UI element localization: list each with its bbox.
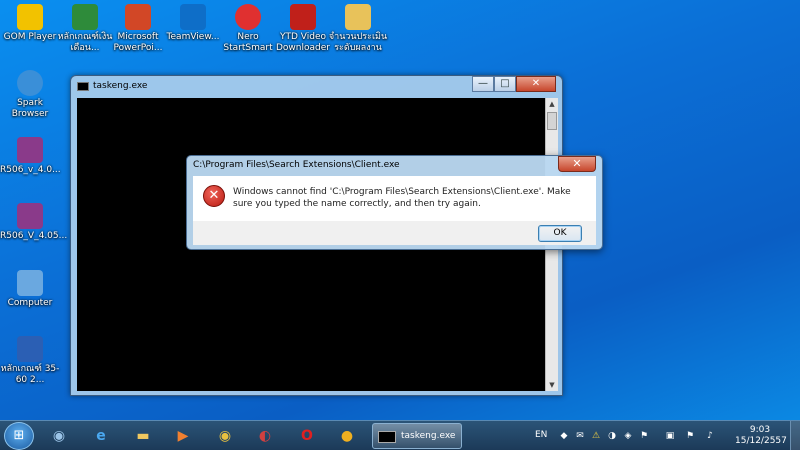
error-dialog[interactable]: C:\Program Files\Search Extensions\Clien… [186, 155, 603, 250]
winrar-icon [17, 137, 43, 163]
desktop-icon-label: จำนวนประเมิน ระดับผลงาน [328, 32, 388, 53]
teamviewer-icon [180, 4, 206, 30]
close-button[interactable]: ✕ [516, 76, 556, 92]
action-center-flag-icon[interactable]: ⚑ [685, 431, 695, 441]
desktop-icon-word-doc[interactable]: หลักเกณฑ์ 35-60 2... [0, 336, 60, 386]
ok-button[interactable]: OK [538, 225, 582, 242]
desktop-icon-label: R506_V_4.05... [0, 231, 68, 241]
scroll-down-arrow-icon[interactable]: ▼ [546, 379, 558, 391]
desktop-icon-label: หลักเกณฑ์ 35-60 2... [0, 364, 60, 385]
desktop-icon-winrar-2[interactable]: R506_V_4.05... [0, 203, 68, 242]
pinned-app-icon[interactable]: ◉ [42, 423, 76, 449]
desktop-icon-label: TeamView... [166, 32, 220, 42]
nero-icon [235, 4, 261, 30]
spark-icon[interactable]: ◐ [248, 423, 282, 449]
minimize-button[interactable]: — [472, 76, 494, 92]
start-button[interactable]: ⊞ [4, 422, 34, 450]
powerpoint-icon [125, 4, 151, 30]
winrar-icon [17, 203, 43, 229]
clock-date: 15/12/2557 [735, 436, 787, 446]
explorer-folder-icon[interactable]: ▬ [126, 423, 160, 449]
system-tray: EN ◆ ✉ ⚠ ◑ ◈ ⚑ ▣ ⚑ ♪ 9:03 15/12/2557 [535, 421, 800, 450]
media-player-icon[interactable]: ▶ [166, 423, 200, 449]
desktop-icon-label: หลักเกณฑ์เงินเดือน... [57, 32, 113, 53]
taskbar-task-taskeng[interactable]: taskeng.exe [372, 423, 462, 449]
desktop-icon-teamviewer[interactable]: TeamView... [163, 4, 223, 43]
desktop-icon-label: YTD Video Downloader [276, 32, 330, 53]
tray-icon-7[interactable]: ▣ [665, 431, 675, 441]
tray-icon-4[interactable]: ◑ [607, 431, 617, 441]
maximize-button[interactable]: □ [494, 76, 516, 92]
chrome-icon[interactable]: ◉ [208, 423, 242, 449]
desktop-icon-winrar-1[interactable]: R506_v_4.0... [0, 137, 61, 176]
tray-icon-6[interactable]: ⚑ [639, 431, 649, 441]
desktop-icon-powerpoint[interactable]: Microsoft PowerPoi... [108, 4, 168, 54]
excel-icon [72, 4, 98, 30]
opera-icon[interactable]: O [290, 423, 324, 449]
ytd-icon [290, 4, 316, 30]
desktop-icon-ytd[interactable]: YTD Video Downloader [273, 4, 333, 54]
tray-icon-3[interactable]: ⚠ [591, 431, 601, 441]
word-doc-icon [17, 336, 43, 362]
desktop-icon-label: GOM Player [3, 32, 57, 42]
desktop-icon-label: Nero StartSmart [223, 32, 273, 53]
desktop-icon-label: Microsoft PowerPoi... [113, 32, 163, 53]
clock-time: 9:03 [749, 425, 771, 435]
desktop-icon-computer[interactable]: Computer [0, 270, 60, 309]
tray-icon-2[interactable]: ✉ [575, 431, 585, 441]
taskbar-task-label: taskeng.exe [401, 431, 456, 441]
dialog-footer: OK [193, 221, 596, 245]
error-message: Windows cannot find 'C:\Program Files\Se… [233, 187, 571, 209]
desktop-icon-folder[interactable]: จำนวนประเมิน ระดับผลงาน [328, 4, 388, 54]
taskbar: ⊞ ◉ e ▬ ▶ ◉ ◐ O ● taskeng.exe EN ◆ ✉ ⚠ ◑… [0, 420, 800, 450]
console-titlebar[interactable]: taskeng.exe — □ ✕ [71, 76, 562, 98]
desktop-icon-label: Spark Browser [11, 98, 49, 119]
spark-browser-icon [17, 70, 43, 96]
error-icon: ✕ [203, 185, 225, 207]
folder-icon [345, 4, 371, 30]
console-app-icon [77, 82, 89, 91]
volume-icon[interactable]: ♪ [705, 431, 715, 441]
internet-explorer-icon[interactable]: e [84, 423, 118, 449]
desktop-icon-spark-browser[interactable]: Spark Browser [0, 70, 60, 120]
gom-player-icon [17, 4, 43, 30]
console-title: taskeng.exe [93, 81, 148, 91]
dialog-body: ✕ Windows cannot find 'C:\Program Files\… [193, 176, 596, 221]
computer-icon [17, 270, 43, 296]
desktop-icon-nero[interactable]: Nero StartSmart [218, 4, 278, 54]
console-task-icon [378, 431, 396, 443]
language-indicator[interactable]: EN [535, 430, 547, 440]
dialog-close-button[interactable]: ✕ [558, 156, 596, 172]
gom-icon[interactable]: ● [330, 423, 364, 449]
show-desktop-button[interactable] [790, 421, 800, 450]
clock[interactable]: 9:03 15/12/2557 [735, 425, 787, 447]
desktop-icon-label: Computer [7, 298, 53, 308]
dialog-title: C:\Program Files\Search Extensions\Clien… [193, 160, 400, 170]
tray-icon-1[interactable]: ◆ [559, 431, 569, 441]
desktop-icon-gom-player[interactable]: GOM Player [0, 4, 60, 43]
scroll-thumb[interactable] [547, 112, 557, 130]
desktop-icon-label: R506_v_4.0... [0, 165, 61, 175]
tray-icon-5[interactable]: ◈ [623, 431, 633, 441]
scroll-up-arrow-icon[interactable]: ▲ [546, 98, 558, 110]
desktop-icon-excel-file[interactable]: หลักเกณฑ์เงินเดือน... [55, 4, 115, 54]
